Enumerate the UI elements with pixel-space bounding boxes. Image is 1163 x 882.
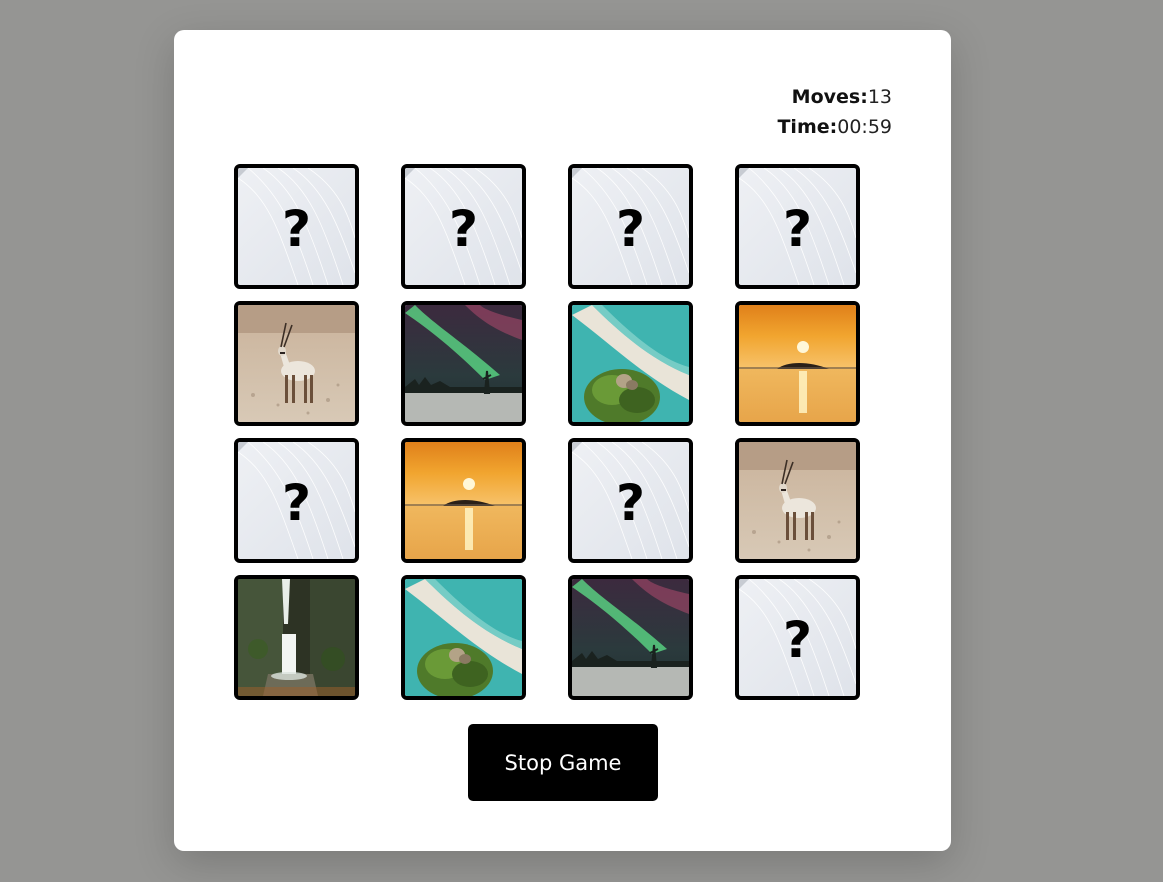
oryx-image [739, 442, 856, 559]
time-value: 00:59 [837, 116, 892, 138]
beach-image [572, 305, 689, 422]
card-grid: ? ? ? ? ? ? ? [234, 164, 862, 700]
card-revealed-waterfall[interactable] [234, 575, 359, 700]
question-mark-icon: ? [782, 610, 812, 669]
aurora-image [572, 579, 689, 696]
question-mark-icon: ? [281, 199, 311, 258]
card-revealed-oryx[interactable] [735, 438, 860, 563]
aurora-image [405, 305, 522, 422]
game-panel: Moves:13 Time:00:59 ? ? ? ? ? ? ? Stop G… [174, 30, 951, 851]
card-revealed-sunset[interactable] [735, 301, 860, 426]
sunset-image [739, 305, 856, 422]
waterfall-image [238, 579, 355, 696]
moves-value: 13 [867, 86, 892, 108]
question-mark-icon: ? [615, 199, 645, 258]
card-hidden[interactable]: ? [401, 164, 526, 289]
card-revealed-beach[interactable] [401, 575, 526, 700]
moves-stat: Moves:13 [777, 82, 892, 112]
time-stat: Time:00:59 [777, 112, 892, 142]
card-hidden[interactable]: ? [234, 164, 359, 289]
sunset-image [405, 442, 522, 559]
time-label: Time: [777, 116, 838, 138]
question-mark-icon: ? [782, 199, 812, 258]
beach-image [405, 579, 522, 696]
card-revealed-sunset[interactable] [401, 438, 526, 563]
moves-label: Moves: [791, 86, 868, 108]
card-hidden[interactable]: ? [735, 164, 860, 289]
card-revealed-beach[interactable] [568, 301, 693, 426]
stop-game-button[interactable]: Stop Game [468, 724, 658, 801]
stats: Moves:13 Time:00:59 [777, 82, 892, 142]
card-hidden[interactable]: ? [568, 164, 693, 289]
card-revealed-aurora[interactable] [568, 575, 693, 700]
oryx-image [238, 305, 355, 422]
card-hidden[interactable]: ? [234, 438, 359, 563]
card-hidden[interactable]: ? [735, 575, 860, 700]
card-revealed-aurora[interactable] [401, 301, 526, 426]
question-mark-icon: ? [448, 199, 478, 258]
card-revealed-oryx[interactable] [234, 301, 359, 426]
card-hidden[interactable]: ? [568, 438, 693, 563]
question-mark-icon: ? [281, 473, 311, 532]
question-mark-icon: ? [615, 473, 645, 532]
